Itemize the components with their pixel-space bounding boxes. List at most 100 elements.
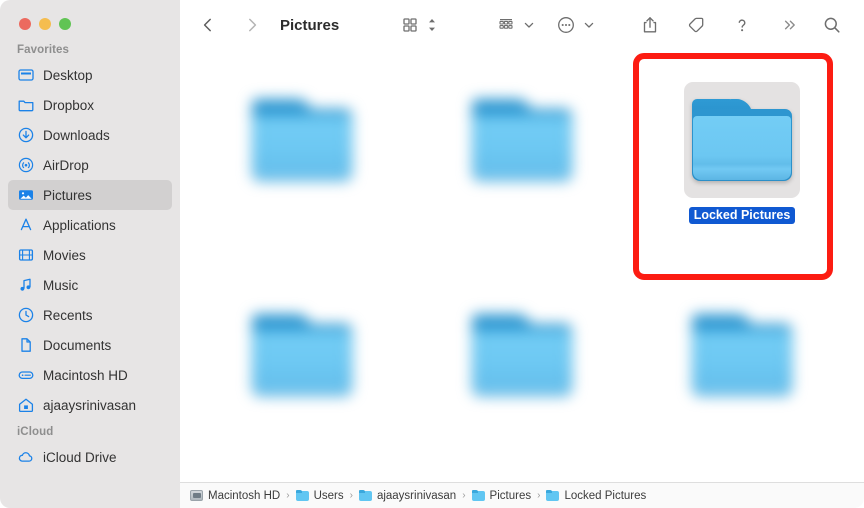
folder-icon — [358, 489, 372, 501]
sidebar-item-label: Desktop — [43, 67, 93, 83]
sidebar-item-label: ajaaysrinivasan — [43, 397, 137, 413]
sidebar-item-movies[interactable]: Movies — [8, 240, 172, 270]
tags-button[interactable] — [682, 11, 710, 39]
chevron-down-icon[interactable] — [580, 11, 598, 39]
sidebar: Favorites Desktop Dropbox Downloads AirD… — [0, 0, 180, 508]
sidebar-item-airdrop[interactable]: AirDrop — [8, 150, 172, 180]
path-bar: Macintosh HD › Users › ajaaysrinivasan ›… — [180, 482, 864, 508]
file-item[interactable] — [192, 273, 412, 453]
file-item-locked-pictures[interactable]: Locked Pictures — [632, 58, 852, 273]
harddrive-icon — [190, 490, 203, 501]
folder-icon — [692, 99, 792, 181]
sidebar-item-home[interactable]: ajaaysrinivasan — [8, 390, 172, 420]
cloud-icon — [17, 449, 34, 466]
page-title: Pictures — [280, 16, 340, 34]
breadcrumb-users[interactable]: Users — [295, 489, 344, 502]
file-label — [515, 207, 529, 222]
folder-icon — [17, 97, 34, 114]
file-grid-area: Locked Pictures — [180, 50, 864, 482]
folder-icon — [252, 99, 352, 181]
group-by-button[interactable] — [492, 11, 520, 39]
sidebar-item-recents[interactable]: Recents — [8, 300, 172, 330]
chevron-down-icon[interactable] — [520, 11, 538, 39]
sidebar-item-label: Macintosh HD — [43, 367, 128, 383]
music-icon — [17, 277, 34, 294]
minimize-button[interactable] — [39, 18, 51, 30]
file-item[interactable] — [192, 58, 412, 273]
action-menu-button[interactable] — [552, 11, 580, 39]
applications-icon — [17, 217, 34, 234]
file-label — [288, 207, 316, 222]
folder-icon — [295, 489, 309, 501]
sidebar-item-downloads[interactable]: Downloads — [8, 120, 172, 150]
sidebar-item-dropbox[interactable]: Dropbox — [8, 90, 172, 120]
document-icon — [17, 337, 34, 354]
breadcrumb-separator: › — [286, 490, 290, 501]
file-label — [513, 422, 530, 437]
file-label — [288, 422, 316, 437]
icon-view-button[interactable] — [396, 11, 424, 39]
clock-icon — [17, 307, 34, 324]
sidebar-section-favorites-label: Favorites — [17, 44, 70, 56]
forward-button[interactable] — [238, 11, 266, 39]
breadcrumb-label: ajaaysrinivasan — [376, 489, 457, 502]
sidebar-item-icloud-drive[interactable]: iCloud Drive — [8, 442, 172, 472]
sidebar-item-macintosh-hd[interactable]: Macintosh HD — [8, 360, 172, 390]
desktop-icon — [17, 67, 34, 84]
more-toolbar-items-button[interactable] — [776, 11, 804, 39]
file-label — [737, 422, 747, 437]
breadcrumb-label: Macintosh HD — [208, 489, 281, 502]
file-item[interactable] — [412, 273, 632, 453]
sidebar-item-desktop[interactable]: Desktop — [8, 60, 172, 90]
sidebar-item-music[interactable]: Music — [8, 270, 172, 300]
sidebar-section-icloud-label: iCloud — [17, 426, 54, 438]
toolbar: Pictures — [180, 0, 864, 50]
file-grid: Locked Pictures — [180, 58, 864, 453]
file-label: Locked Pictures — [688, 207, 796, 224]
view-stepper-icon[interactable] — [424, 11, 440, 39]
zoom-button[interactable] — [59, 18, 71, 30]
back-button[interactable] — [194, 11, 222, 39]
folder-icon — [252, 314, 352, 396]
file-icon-wrap — [684, 82, 800, 198]
sidebar-item-label: Applications — [43, 217, 116, 233]
view-control[interactable] — [396, 11, 440, 39]
file-icon-wrap — [464, 82, 580, 198]
sidebar-item-pictures[interactable]: Pictures — [8, 180, 172, 210]
harddrive-icon — [17, 367, 34, 384]
breadcrumb-separator: › — [537, 490, 541, 501]
file-item[interactable] — [412, 58, 632, 273]
action-menu-control[interactable] — [552, 11, 598, 39]
movies-icon — [17, 247, 34, 264]
help-button[interactable] — [728, 11, 756, 39]
pictures-icon — [17, 187, 34, 204]
sidebar-item-label: Documents — [43, 337, 112, 353]
group-by-control[interactable] — [492, 11, 538, 39]
sidebar-item-label: Recents — [43, 307, 93, 323]
home-icon — [17, 397, 34, 414]
finder-window: Favorites Desktop Dropbox Downloads AirD… — [0, 0, 864, 508]
folder-icon — [546, 489, 560, 501]
sidebar-item-documents[interactable]: Documents — [8, 330, 172, 360]
folder-icon — [472, 99, 572, 181]
file-icon-wrap — [244, 82, 360, 198]
breadcrumb-pictures[interactable]: Pictures — [471, 489, 531, 502]
breadcrumb-macintosh-hd[interactable]: Macintosh HD — [190, 490, 280, 502]
breadcrumb-label: Locked Pictures — [564, 489, 647, 502]
file-icon-wrap — [244, 297, 360, 413]
breadcrumb-separator: › — [349, 490, 353, 501]
breadcrumb-ajaaysrinivasan[interactable]: ajaaysrinivasan — [358, 489, 457, 502]
folder-icon — [692, 314, 792, 396]
sidebar-item-label: AirDrop — [43, 157, 89, 173]
search-button[interactable] — [818, 11, 846, 39]
sidebar-item-applications[interactable]: Applications — [8, 210, 172, 240]
folder-icon — [471, 489, 485, 501]
sidebar-item-label: Pictures — [43, 187, 92, 203]
breadcrumb-locked-pictures[interactable]: Locked Pictures — [546, 489, 647, 502]
folder-icon — [472, 314, 572, 396]
sidebar-item-label: Music — [43, 277, 79, 293]
close-button[interactable] — [19, 18, 31, 30]
airdrop-icon — [17, 157, 34, 174]
share-button[interactable] — [636, 11, 664, 39]
file-item[interactable] — [632, 273, 852, 453]
